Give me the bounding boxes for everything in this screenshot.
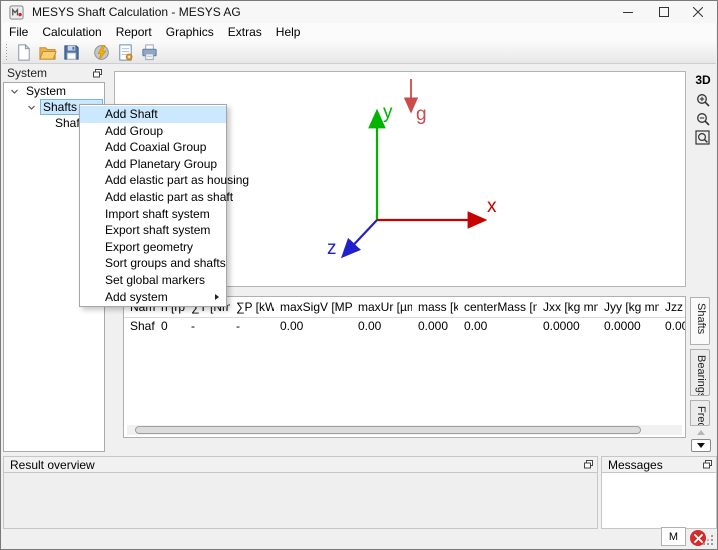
menu-item-export-geometry[interactable]: Export geometry — [80, 239, 226, 256]
resize-grip[interactable] — [711, 543, 713, 545]
z-axis-label: z — [327, 238, 337, 259]
results-table-panel: Name n [rpm] ∑T [Nm] ∑P [kW] maxSigV [MP… — [123, 296, 686, 438]
float-panel-icon[interactable] — [702, 460, 712, 470]
col-centermass[interactable]: centerMass [mm] — [458, 297, 537, 318]
col-maxsigv[interactable]: maxSigV [MPa] — [274, 297, 352, 318]
toolbar-grip[interactable] — [5, 44, 8, 60]
chevron-down-icon[interactable] — [10, 87, 19, 96]
view-3d-button[interactable]: 3D — [695, 73, 710, 87]
horizontal-scrollbar[interactable] — [127, 425, 682, 435]
tab-frequencies[interactable]: Freque — [690, 400, 710, 426]
cell-maxur[interactable]: 0.00 — [352, 318, 412, 335]
menu-bar: File Calculation Report Graphics Extras … — [2, 23, 716, 41]
tab-shafts[interactable]: Shafts — [690, 297, 710, 345]
status-bar: M — [1, 529, 717, 549]
unit-mode-button[interactable]: M — [661, 527, 686, 546]
menu-item-export-shaft-system[interactable]: Export shaft system — [80, 222, 226, 239]
menu-extras[interactable]: Extras — [221, 23, 269, 41]
report-icon[interactable] — [114, 42, 136, 62]
app-logo-icon — [9, 5, 24, 20]
cell-centermass[interactable]: 0.00 — [458, 318, 537, 335]
system-panel-header: System — [3, 65, 105, 81]
zoom-in-icon[interactable] — [694, 91, 712, 109]
col-power[interactable]: ∑P [kW] — [230, 297, 274, 318]
tab-scroll-up-icon[interactable] — [691, 426, 711, 438]
x-axis-label: x — [487, 196, 497, 217]
messages-panel: Messages — [601, 456, 717, 529]
menu-item-add-system[interactable]: Add system — [80, 289, 226, 306]
tab-bearings[interactable]: Bearings — [690, 349, 710, 396]
view-toolbar: 3D — [691, 73, 715, 148]
menu-item-add-planetary-group[interactable]: Add Planetary Group — [80, 156, 226, 173]
minimize-icon[interactable] — [611, 1, 645, 23]
menu-calculation[interactable]: Calculation — [35, 23, 108, 41]
result-overview-content — [3, 473, 598, 529]
context-menu: Add Shaft Add Group Add Coaxial Group Ad… — [79, 104, 227, 307]
col-mass[interactable]: mass [kg] — [412, 297, 458, 318]
float-panel-icon[interactable] — [92, 68, 102, 78]
print-icon[interactable] — [138, 42, 160, 62]
main-toolbar — [2, 41, 716, 64]
app-window: MESYS Shaft Calculation - MESYS AG File … — [0, 0, 718, 550]
menu-file[interactable]: File — [2, 23, 35, 41]
submenu-arrow-icon — [215, 294, 219, 300]
result-overview-title: Result overview — [10, 458, 95, 472]
col-jyy[interactable]: Jyy [kg mm²] — [598, 297, 659, 318]
result-overview-header: Result overview — [3, 456, 598, 473]
menu-item-add-elastic-shaft[interactable]: Add elastic part as shaft — [80, 189, 226, 206]
col-jzz[interactable]: Jzz [kg mm²] — [659, 297, 686, 318]
col-maxur[interactable]: maxUr [µm] — [352, 297, 412, 318]
tree-item-system[interactable]: System — [4, 83, 104, 99]
messages-content — [601, 473, 717, 529]
float-panel-icon[interactable] — [583, 460, 593, 470]
cell-jyy[interactable]: 0.0000 — [598, 318, 659, 335]
menu-item-import-shaft-system[interactable]: Import shaft system — [80, 206, 226, 223]
messages-title: Messages — [608, 458, 663, 472]
open-file-icon[interactable] — [36, 42, 58, 62]
tab-scroll-down-icon[interactable] — [691, 439, 711, 452]
menu-report[interactable]: Report — [109, 23, 159, 41]
cell-maxsigv[interactable]: 0.00 — [274, 318, 352, 335]
y-axis-label: y — [383, 102, 393, 123]
menu-item-add-coaxial-group[interactable]: Add Coaxial Group — [80, 139, 226, 156]
zoom-fit-icon[interactable] — [694, 129, 712, 147]
col-jxx[interactable]: Jxx [kg mm²] — [537, 297, 598, 318]
menu-graphics[interactable]: Graphics — [159, 23, 221, 41]
system-panel-title: System — [7, 66, 47, 80]
new-document-icon[interactable] — [12, 42, 34, 62]
messages-header: Messages — [601, 456, 717, 473]
gravity-label: g — [416, 104, 427, 125]
error-indicator-icon[interactable] — [690, 530, 706, 546]
close-icon[interactable] — [681, 1, 715, 23]
cell-jxx[interactable]: 0.0000 — [537, 318, 598, 335]
cell-power[interactable]: - — [230, 318, 274, 335]
scrollbar-thumb[interactable] — [135, 426, 641, 434]
table-row-shaft[interactable]: Shaft 0 - - 0.00 0.00 0.000 0.00 0.0000 … — [124, 318, 686, 335]
maximize-icon[interactable] — [647, 1, 681, 23]
menu-item-add-shaft[interactable]: Add Shaft — [80, 106, 226, 123]
cell-jzz[interactable]: 0.000 — [659, 318, 686, 335]
cell-n[interactable]: 0 — [155, 318, 185, 335]
menu-item-set-global-markers[interactable]: Set global markers — [80, 272, 226, 289]
chevron-down-icon[interactable] — [27, 103, 36, 112]
cell-torque[interactable]: - — [185, 318, 230, 335]
calculate-icon[interactable] — [90, 42, 112, 62]
tree-item-label: System — [23, 84, 69, 98]
result-overview-panel: Result overview — [3, 456, 598, 529]
menu-item-add-elastic-housing[interactable]: Add elastic part as housing — [80, 172, 226, 189]
menu-item-add-group[interactable]: Add Group — [80, 123, 226, 140]
cell-mass[interactable]: 0.000 — [412, 318, 458, 335]
menu-item-sort-groups-shafts[interactable]: Sort groups and shafts — [80, 255, 226, 272]
cell-name[interactable]: Shaft — [124, 318, 155, 335]
zoom-out-icon[interactable] — [694, 110, 712, 128]
menu-help[interactable]: Help — [269, 23, 308, 41]
menu-item-label: Add system — [105, 290, 168, 304]
title-bar: MESYS Shaft Calculation - MESYS AG — [1, 1, 717, 23]
save-file-icon[interactable] — [60, 42, 82, 62]
window-title: MESYS Shaft Calculation - MESYS AG — [32, 5, 241, 19]
